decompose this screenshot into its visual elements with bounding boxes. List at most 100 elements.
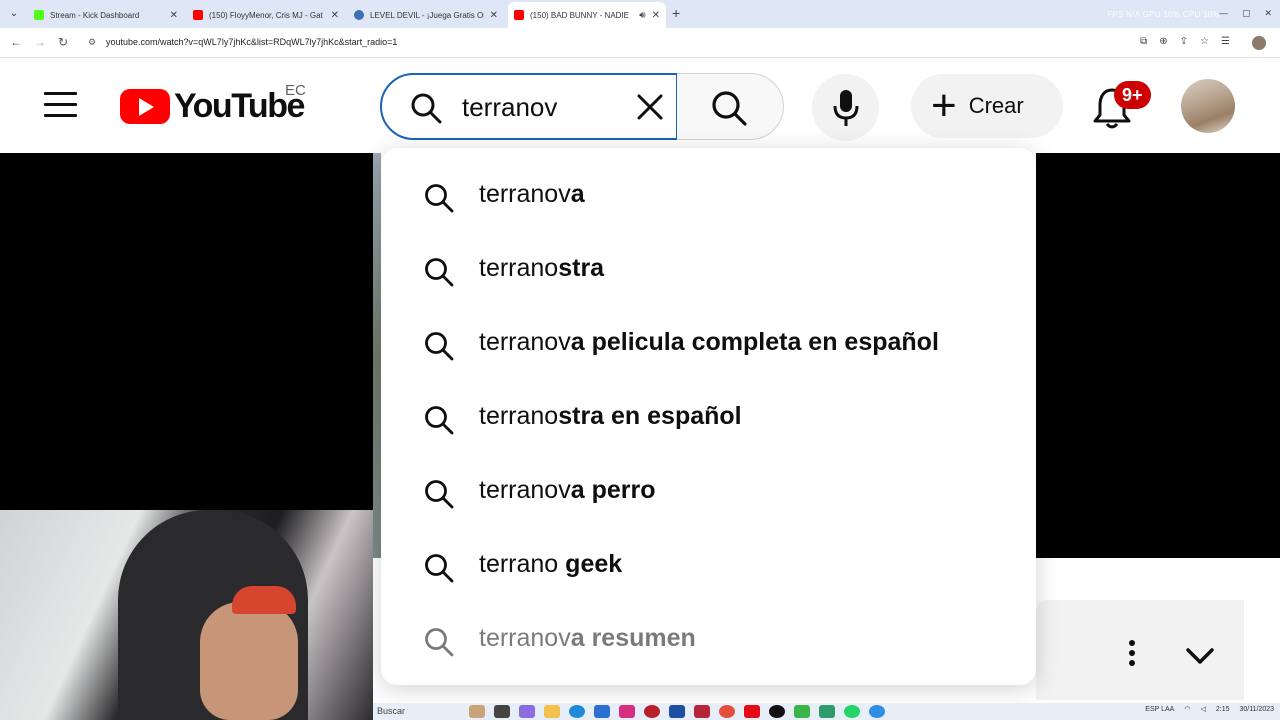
suggestion-text: terranostra — [479, 254, 605, 282]
search-icon — [425, 628, 454, 657]
tray-time[interactable]: 2:15 — [1216, 706, 1230, 713]
tray-lang[interactable]: ESP LAA — [1145, 706, 1174, 713]
video-player-side[interactable] — [1036, 153, 1280, 558]
close-window-icon[interactable]: ✕ — [1264, 8, 1272, 19]
menu-icon[interactable] — [44, 92, 77, 118]
suggestion-text: terranova pelicula completa en español — [479, 328, 939, 356]
suggestion-item[interactable]: terranova — [381, 162, 1036, 232]
close-icon[interactable] — [634, 91, 666, 123]
search-icon — [425, 480, 454, 509]
youtube-header: YouTube EC + Crear 9+ — [0, 58, 1280, 153]
netflix-icon[interactable] — [744, 705, 760, 718]
window-controls: — ▢ ✕ — [1219, 8, 1272, 19]
youtube-icon — [193, 10, 203, 20]
app-icon[interactable] — [794, 705, 810, 718]
kebab-icon[interactable] — [1124, 640, 1140, 672]
voice-search-button[interactable] — [812, 74, 879, 141]
avatar[interactable] — [1181, 79, 1235, 133]
site-info-icon[interactable]: ⚙︎ — [88, 37, 96, 48]
zoom-icon[interactable]: ⊕ — [1159, 36, 1167, 47]
search-icon — [712, 91, 747, 126]
chrome-icon[interactable] — [719, 705, 735, 718]
search-suggestions: terranova terranostra terranova pelicula… — [381, 148, 1036, 685]
volume-icon[interactable]: ◁ — [1200, 705, 1205, 713]
address-actions: ⧉ ⊕ ⇪ ☆ ☰ — [1140, 36, 1230, 47]
search-icon — [411, 93, 442, 124]
browser-tab-kick[interactable]: Stream - Kick Dashboard ✕ — [28, 4, 184, 26]
taskbar-search[interactable]: Buscar — [377, 706, 405, 716]
search-icon — [425, 332, 454, 361]
create-button[interactable]: + Crear — [911, 74, 1063, 138]
tab-title: LEVEL DEVIL - ¡Juega Gratis On — [370, 10, 484, 20]
close-icon[interactable]: ✕ — [652, 10, 660, 21]
app-icon[interactable] — [519, 705, 535, 718]
app-icon[interactable] — [469, 705, 485, 718]
suggestion-text: terranostra en español — [479, 402, 742, 430]
wifi-icon[interactable]: ◠ — [1184, 705, 1190, 713]
country-code: EC — [285, 82, 306, 99]
suggestion-item[interactable]: terranova pelicula completa en español — [381, 310, 1036, 380]
youtube-icon — [514, 10, 524, 20]
restore-icon[interactable]: ▢ — [1242, 8, 1251, 19]
app-icon[interactable] — [869, 705, 885, 718]
suggestion-text: terranova resumen — [479, 624, 696, 652]
chevron-down-icon[interactable] — [1185, 642, 1215, 670]
youtube-logo[interactable]: YouTube — [120, 87, 305, 125]
minimize-icon[interactable]: — — [1219, 8, 1228, 19]
browser-profile-icon[interactable] — [1252, 36, 1266, 50]
plus-icon: + — [931, 81, 957, 130]
forward-arrow-icon[interactable]: → — [34, 35, 46, 49]
search-icon — [425, 406, 454, 435]
star-icon[interactable]: ☆ — [1200, 36, 1209, 47]
webcam-overlay — [0, 510, 373, 720]
tab-search-icon[interactable]: ⌄ — [6, 6, 22, 22]
close-icon[interactable]: ✕ — [331, 10, 339, 21]
video-frame — [373, 153, 381, 558]
tab-title: Stream - Kick Dashboard — [50, 10, 140, 20]
browser-tab-youtube-floyymenor[interactable]: (150) FloyyMenor, Cris MJ - Gat ✕ — [187, 4, 345, 26]
suggestion-item[interactable]: terrano geek — [381, 532, 1036, 602]
reading-list-icon[interactable]: ☰ — [1221, 36, 1230, 47]
suggestion-item[interactable]: terranostra — [381, 236, 1036, 306]
install-icon[interactable]: ⧉ — [1140, 36, 1147, 47]
instagram-icon[interactable] — [619, 705, 635, 718]
search-icon — [425, 184, 454, 213]
close-icon[interactable]: ✕ — [490, 10, 498, 21]
suggestion-item[interactable]: terranova resumen — [381, 606, 1036, 676]
reload-icon[interactable]: ↻ — [58, 35, 68, 49]
app-icon[interactable] — [644, 705, 660, 718]
address-bar: ← → ↻ ⚙︎ youtube.com/watch?v=qWL7ly7jhKc… — [0, 28, 1280, 58]
whatsapp-icon[interactable] — [844, 705, 860, 718]
suggestion-text: terranova — [479, 180, 585, 208]
app-icon[interactable] — [669, 705, 685, 718]
video-player[interactable] — [0, 153, 373, 510]
search-button[interactable] — [677, 73, 784, 140]
tab-title: (150) BAD BUNNY - NADIE — [530, 10, 629, 20]
tab-title: (150) FloyyMenor, Cris MJ - Gat — [209, 10, 323, 20]
tray-date[interactable]: 30/11/2023 — [1239, 706, 1274, 713]
back-arrow-icon[interactable]: ← — [10, 35, 22, 49]
folder-icon[interactable] — [544, 705, 560, 718]
url-field[interactable]: ⚙︎ youtube.com/watch?v=qWL7ly7jhKc&list=… — [82, 32, 1142, 54]
app-icon[interactable] — [819, 705, 835, 718]
taskbar-apps — [469, 705, 885, 718]
search-box — [380, 73, 678, 140]
browser-tab-level-devil[interactable]: LEVEL DEVIL - ¡Juega Gratis On ✕ — [348, 4, 504, 26]
youtube-play-icon — [120, 88, 170, 124]
url-text: youtube.com/watch?v=qWL7ly7jhKc&list=RDq… — [106, 37, 398, 47]
speaker-icon[interactable]: 🔊︎ — [639, 10, 645, 21]
suggestion-item[interactable]: terranova perro — [381, 458, 1036, 528]
app-icon[interactable] — [694, 705, 710, 718]
app-icon[interactable] — [769, 705, 785, 718]
new-tab-button[interactable]: + — [672, 5, 680, 21]
suggestion-item[interactable]: terranostra en español — [381, 384, 1036, 454]
search-input[interactable] — [462, 87, 632, 127]
store-icon[interactable] — [594, 705, 610, 718]
globe-icon — [354, 10, 364, 20]
edge-icon[interactable] — [569, 705, 585, 718]
browser-tab-bad-bunny[interactable]: (150) BAD BUNNY - NADIE 🔊︎ ✕ — [508, 2, 666, 28]
share-icon[interactable]: ⇪ — [1180, 36, 1188, 47]
close-icon[interactable]: ✕ — [170, 10, 178, 21]
app-icon[interactable] — [494, 705, 510, 718]
perf-overlay: FPS N/A GPU 10% CPU 10% — [1107, 10, 1220, 19]
